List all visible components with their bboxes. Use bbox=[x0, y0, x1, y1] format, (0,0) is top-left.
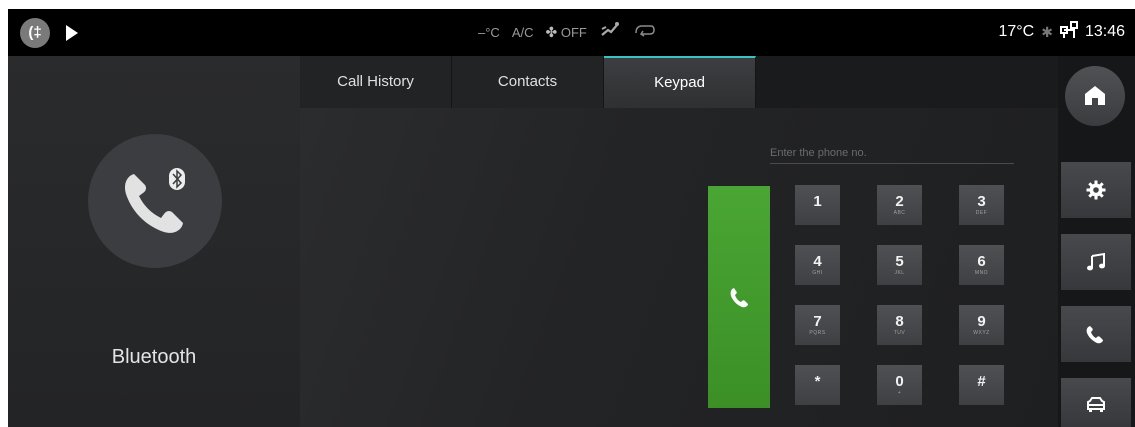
tab-call-history[interactable]: Call History bbox=[300, 56, 452, 108]
screen: (‡ –°C A/C ✤ OFF 17°C ✱ 13:46 Bluetooth … bbox=[8, 9, 1135, 427]
settings-icon bbox=[1086, 180, 1106, 200]
air-recirculation-icon bbox=[633, 22, 657, 43]
music-button[interactable] bbox=[1061, 234, 1131, 290]
air-direction-icon bbox=[599, 21, 621, 44]
fan-status: ✤ OFF bbox=[546, 24, 587, 41]
key-8[interactable]: 8 TUV bbox=[877, 305, 922, 345]
key-digit: 9 bbox=[977, 312, 986, 330]
tab-bar: Call History Contacts Keypad bbox=[300, 56, 756, 108]
key-letters: GHI bbox=[812, 269, 823, 276]
key-letters: MNO bbox=[974, 269, 989, 276]
bluetooth-panel: Bluetooth bbox=[8, 56, 300, 427]
status-bar: (‡ –°C A/C ✤ OFF 17°C ✱ 13:46 bbox=[8, 9, 1135, 56]
vehicle-button[interactable] bbox=[1061, 378, 1131, 427]
key-letters: TUV bbox=[893, 329, 906, 336]
key-letters: + bbox=[897, 389, 902, 396]
clock: 13:46 bbox=[1084, 23, 1125, 40]
key-letters: JKL bbox=[894, 269, 905, 276]
key-3[interactable]: 3 DEF bbox=[959, 185, 1004, 225]
key-digit: 0 bbox=[895, 372, 904, 390]
key-0[interactable]: 0 + bbox=[877, 365, 922, 405]
settings-button[interactable] bbox=[1061, 162, 1131, 218]
play-icon[interactable] bbox=[66, 25, 78, 41]
bluetooth-phone-icon bbox=[88, 134, 222, 268]
key-digit: 2 bbox=[895, 192, 904, 210]
key-letters: DEF bbox=[975, 209, 988, 216]
key-digit: # bbox=[977, 372, 986, 390]
key-digit: 4 bbox=[813, 252, 822, 270]
fan-label: OFF bbox=[560, 24, 587, 40]
key-digit: 7 bbox=[813, 312, 822, 330]
climate-status[interactable]: –°C A/C ✤ OFF bbox=[478, 21, 657, 44]
panel-title: Bluetooth bbox=[111, 346, 197, 368]
key-letters: PQRS bbox=[809, 329, 826, 336]
key-4[interactable]: 4 GHI bbox=[795, 245, 840, 285]
phone-number-input[interactable] bbox=[770, 142, 1014, 164]
home-button[interactable] bbox=[1065, 66, 1125, 126]
system-status: 17°C ✱ 13:46 bbox=[998, 20, 1125, 44]
key-digit: 1 bbox=[813, 192, 822, 210]
key-5[interactable]: 5 JKL bbox=[877, 245, 922, 285]
key-digit: 8 bbox=[895, 312, 904, 330]
key-6[interactable]: 6 MNO bbox=[959, 245, 1004, 285]
key-2[interactable]: 2 ABC bbox=[877, 185, 922, 225]
temperature-setting: –°C bbox=[478, 24, 500, 40]
car-icon bbox=[1087, 397, 1105, 412]
key-digit: 3 bbox=[977, 192, 986, 210]
keypad: 1 2 ABC 3 DEF 4 GHI 5 JKL 6 MNO 7 PQRS 8 TUV 9W… bbox=[795, 185, 1004, 405]
phone-call-icon bbox=[730, 288, 748, 308]
home-icon bbox=[1085, 86, 1105, 105]
network-icon bbox=[1059, 20, 1078, 44]
key-letters: WXYZ bbox=[973, 329, 990, 336]
key-letters: ABC bbox=[893, 209, 906, 216]
music-icon bbox=[1087, 252, 1105, 271]
ac-label: A/C bbox=[511, 24, 534, 40]
key-digit: 5 bbox=[895, 252, 904, 270]
fan-icon: ✤ bbox=[545, 23, 558, 40]
key-star[interactable]: * bbox=[795, 365, 840, 405]
tab-contacts[interactable]: Contacts bbox=[452, 56, 604, 108]
phone-button[interactable] bbox=[1061, 306, 1131, 362]
bluetooth-icon: ✱ bbox=[1041, 23, 1053, 40]
key-1[interactable]: 1 bbox=[795, 185, 840, 225]
phone-icon bbox=[1086, 326, 1103, 344]
tab-bar-filler bbox=[756, 56, 1058, 108]
front-fog-light-icon[interactable]: (‡ bbox=[20, 18, 50, 48]
tab-keypad[interactable]: Keypad bbox=[604, 56, 756, 108]
dialer-panel: 1 2ABC 3DEF 4GHI 5JKL 6MNO 7PQRS 8TUV 9W… bbox=[300, 108, 1058, 427]
key-7[interactable]: 7 PQRS bbox=[795, 305, 840, 345]
outside-temperature: 17°C bbox=[998, 23, 1035, 40]
key-digit: 6 bbox=[977, 252, 986, 270]
call-button[interactable] bbox=[708, 186, 770, 408]
key-digit: * bbox=[814, 372, 821, 390]
key-hash[interactable]: # bbox=[959, 365, 1004, 405]
side-navigation bbox=[1058, 56, 1135, 427]
key-9[interactable]: 9 WXYZ bbox=[959, 305, 1004, 345]
